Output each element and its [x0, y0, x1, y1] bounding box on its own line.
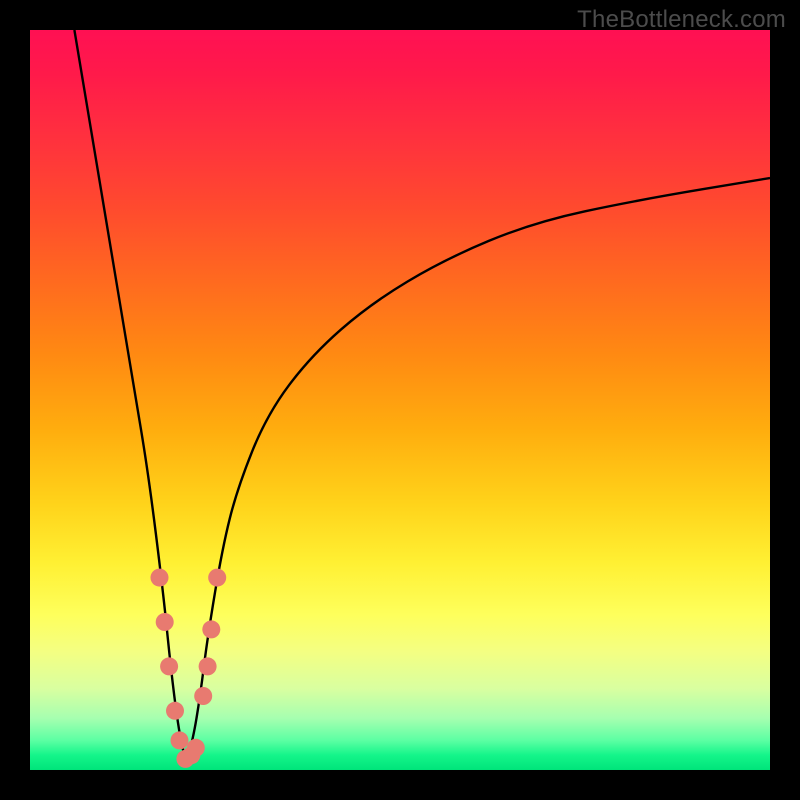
curve-marker: [199, 657, 217, 675]
watermark-text: TheBottleneck.com: [577, 6, 786, 34]
curve-marker: [151, 569, 169, 587]
curve-marker: [160, 657, 178, 675]
plot-area: [30, 30, 770, 770]
curve-marker: [156, 613, 174, 631]
chart-svg: [30, 30, 770, 770]
bottleneck-curve: [74, 30, 770, 756]
curve-marker: [202, 620, 220, 638]
curve-marker: [166, 702, 184, 720]
chart-frame: TheBottleneck.com: [0, 0, 800, 800]
curve-marker: [187, 739, 205, 757]
curve-marker: [194, 687, 212, 705]
curve-marker: [171, 731, 189, 749]
curve-marker: [208, 569, 226, 587]
